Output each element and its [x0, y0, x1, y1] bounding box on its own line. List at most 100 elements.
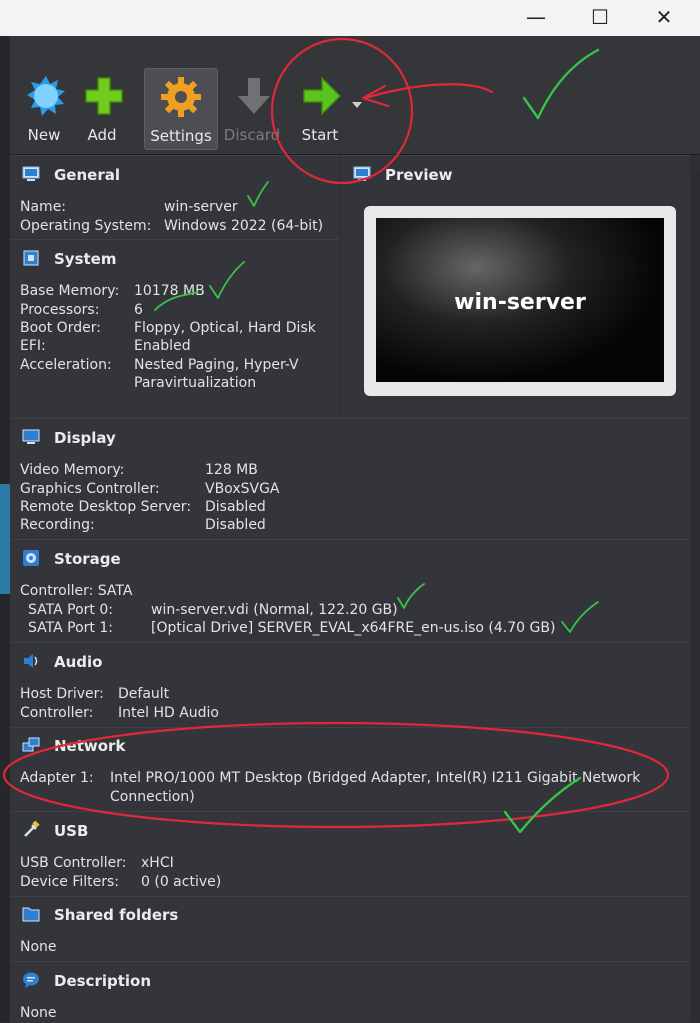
usb-title: USB	[54, 822, 89, 840]
description-title: Description	[54, 972, 152, 990]
preview-title: Preview	[385, 166, 453, 184]
display-header[interactable]: Display	[22, 428, 116, 447]
preview-header[interactable]: Preview	[353, 165, 453, 184]
acceleration-value-2: Paravirtualization	[134, 375, 257, 391]
shared-folders-title: Shared folders	[54, 906, 179, 924]
processors-key: Processors:	[20, 302, 100, 318]
monitor-icon	[22, 166, 40, 181]
device-filters-value: 0 (0 active)	[141, 874, 222, 890]
usb-controller-key: USB Controller:	[20, 855, 127, 871]
boot-order-key: Boot Order:	[20, 320, 101, 336]
settings-button[interactable]: Settings	[144, 68, 218, 150]
boot-order-value: Floppy, Optical, Hard Disk	[134, 320, 316, 336]
system-title: System	[54, 250, 117, 268]
adapter-1-key: Adapter 1:	[20, 770, 94, 786]
host-driver-key: Host Driver:	[20, 686, 104, 702]
graphics-controller-key: Graphics Controller:	[20, 481, 160, 497]
new-label: New	[27, 126, 61, 144]
display-title: Display	[54, 429, 116, 447]
description-header[interactable]: Description	[22, 971, 151, 990]
audio-controller-key: Controller:	[20, 705, 94, 721]
rds-value: Disabled	[205, 499, 266, 515]
sata-port-0-key: SATA Port 0:	[28, 602, 113, 618]
graphics-controller-value: VBoxSVGA	[205, 481, 280, 497]
name-value: win-server	[164, 199, 238, 215]
add-label: Add	[87, 126, 117, 144]
storage-panel: Storage Controller: SATA SATA Port 0: win…	[10, 539, 690, 642]
sata-port-0-value[interactable]: win-server.vdi (Normal, 122.20 GB)	[151, 601, 398, 619]
speech-bubble-icon	[23, 972, 39, 988]
shared-folders-value: None	[20, 939, 57, 955]
general-panel: General Name: win-server Operating System…	[10, 155, 340, 239]
discard-label: Discard	[223, 126, 281, 144]
recording-key: Recording:	[20, 517, 95, 533]
selection-indicator	[0, 484, 10, 594]
preview-screen: win-server	[376, 218, 664, 382]
name-key: Name:	[20, 199, 67, 215]
toolbar: New Add Settings Discard Start	[10, 36, 700, 155]
audio-header[interactable]: Audio	[22, 652, 102, 671]
add-icon	[85, 77, 123, 115]
general-title: General	[54, 166, 120, 184]
new-button[interactable]: New	[14, 68, 74, 148]
audio-controller-value: Intel HD Audio	[118, 705, 219, 721]
sata-port-1-key: SATA Port 1:	[28, 620, 113, 636]
storage-header[interactable]: Storage	[22, 549, 121, 568]
network-title: Network	[54, 737, 126, 755]
usb-panel: USB USB Controller: xHCI Device Filters: 0…	[10, 811, 690, 896]
os-key: Operating System:	[20, 218, 152, 234]
start-button[interactable]: Start	[290, 68, 350, 148]
acceleration-value: Nested Paging, Hyper-V	[134, 357, 299, 373]
new-icon	[27, 76, 65, 116]
device-filters-key: Device Filters:	[20, 874, 120, 890]
add-button[interactable]: Add	[72, 68, 132, 148]
speaker-icon	[24, 654, 38, 668]
description-value: None	[20, 1005, 57, 1021]
preview-thumbnail: win-server	[364, 206, 676, 396]
memory-value: 10178 MB	[134, 283, 205, 299]
gear-icon	[161, 77, 201, 117]
start-label: Start	[301, 126, 339, 144]
discard-button: Discard	[222, 68, 282, 148]
processors-value: 6	[134, 302, 143, 318]
close-button[interactable]: ✕	[634, 0, 694, 36]
system-header[interactable]: System	[22, 249, 116, 268]
left-strip	[0, 36, 10, 1022]
usb-header[interactable]: USB	[22, 821, 88, 840]
start-arrow-icon	[303, 76, 342, 116]
video-memory-key: Video Memory:	[20, 462, 125, 478]
video-memory-value: 128 MB	[205, 462, 258, 478]
usb-icon	[24, 821, 40, 837]
host-driver-value: Default	[118, 686, 170, 702]
network-panel: Network Adapter 1: Intel PRO/1000 MT Desk…	[10, 727, 690, 811]
folder-icon	[22, 907, 40, 922]
adapter-1-value: Intel PRO/1000 MT Desktop (Bridged Adapt…	[110, 770, 641, 786]
storage-controller: Controller: SATA	[20, 583, 133, 599]
audio-panel: Audio Host Driver: Default Controller: Int…	[10, 642, 690, 727]
storage-icon	[23, 550, 39, 566]
preview-screen-text: win-server	[454, 290, 586, 315]
efi-value: Enabled	[134, 338, 191, 354]
start-dropdown-icon[interactable]	[352, 102, 364, 110]
general-header[interactable]: General	[22, 165, 120, 184]
usb-controller-value: xHCI	[141, 855, 174, 871]
storage-title: Storage	[54, 550, 121, 568]
network-header[interactable]: Network	[22, 736, 125, 755]
rds-key: Remote Desktop Server:	[20, 499, 192, 515]
audio-title: Audio	[54, 653, 103, 671]
acceleration-key: Acceleration:	[20, 357, 112, 373]
system-panel: System Base Memory: 10178 MB Processors: 6…	[10, 239, 340, 418]
settings-label: Settings	[150, 127, 212, 145]
scrollbar[interactable]	[690, 172, 700, 1022]
maximize-button[interactable]: ☐	[570, 0, 630, 36]
chip-icon	[23, 250, 39, 266]
minimize-button[interactable]: —	[506, 0, 566, 36]
shared-folders-header[interactable]: Shared folders	[22, 905, 178, 924]
sata-port-1-value[interactable]: [Optical Drive] SERVER_EVAL_x64FRE_en-us…	[151, 619, 555, 637]
window-titlebar: — ☐ ✕	[0, 0, 700, 36]
memory-key: Base Memory:	[20, 283, 120, 299]
adapter-1-value-2: Connection)	[110, 789, 195, 805]
monitor-icon	[353, 166, 371, 181]
discard-icon	[238, 78, 270, 114]
efi-key: EFI:	[20, 338, 46, 354]
